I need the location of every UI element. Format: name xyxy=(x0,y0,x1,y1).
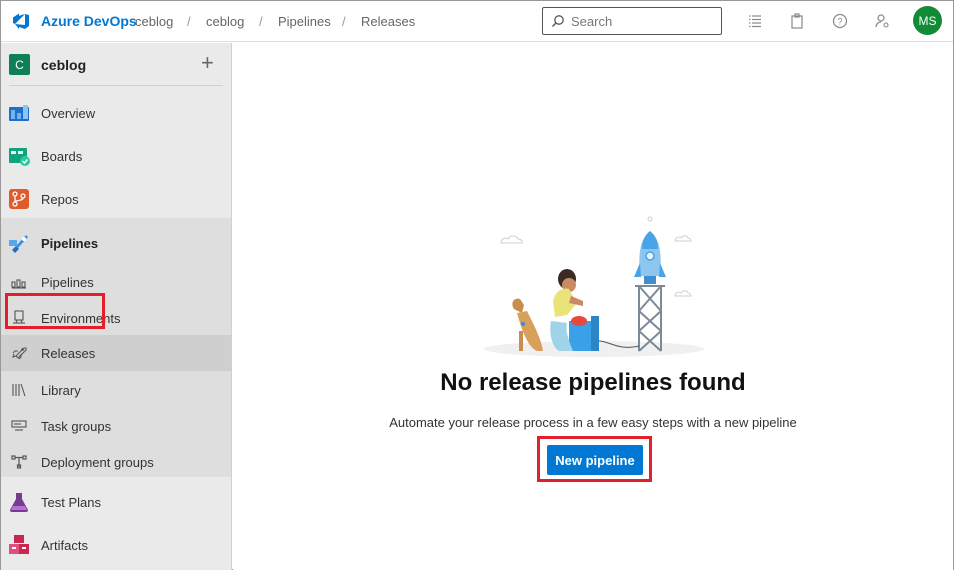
pipelines-sub-icon xyxy=(11,279,26,289)
project-name[interactable]: ceblog xyxy=(41,57,86,73)
marketplace-bag-icon[interactable] xyxy=(788,12,806,30)
sidebar-item-artifacts[interactable]: Artifacts xyxy=(1,530,231,560)
sidebar-item-label: Pipelines xyxy=(41,274,94,290)
azure-devops-logo-icon[interactable] xyxy=(11,11,31,31)
overview-icon xyxy=(9,105,29,121)
breadcrumb-releases[interactable]: Releases xyxy=(361,14,415,29)
empty-state-title: No release pipelines found xyxy=(440,369,746,396)
sidebar-item-label: Overview xyxy=(41,105,96,121)
breadcrumb-separator: / xyxy=(187,14,191,29)
sidebar-item-deployment-groups[interactable]: Deployment groups xyxy=(1,447,231,477)
new-pipeline-button[interactable]: New pipeline xyxy=(547,445,643,475)
sidebar-item-label: Releases xyxy=(41,345,96,361)
deployment-groups-icon xyxy=(11,455,27,469)
test-plans-icon xyxy=(10,493,28,512)
release-illustration xyxy=(484,216,704,357)
pipelines-icon xyxy=(9,235,28,253)
sidebar-item-label: Artifacts xyxy=(41,537,88,553)
empty-state-description: Automate your release process in a few e… xyxy=(389,415,797,430)
sidebar-item-task-groups[interactable]: Task groups xyxy=(1,411,231,441)
releases-icon xyxy=(12,347,27,360)
new-pipeline-highlight-box: New pipeline xyxy=(537,436,652,482)
help-icon[interactable]: ? xyxy=(831,12,849,30)
search-icon xyxy=(552,15,564,27)
sidebar-item-repos[interactable]: Repos xyxy=(1,184,231,214)
user-avatar[interactable]: MS xyxy=(913,6,942,35)
sidebar-item-overview[interactable]: Overview xyxy=(1,98,231,128)
releases-highlight-box xyxy=(5,293,105,329)
breadcrumb-separator: / xyxy=(259,14,263,29)
user-settings-icon[interactable] xyxy=(873,12,891,30)
breadcrumb-project[interactable]: ceblog xyxy=(206,14,244,29)
top-bar: Azure DevOps ceblog / ceblog / Pipelines… xyxy=(1,1,953,42)
work-items-icon[interactable] xyxy=(746,12,764,30)
breadcrumb-separator: / xyxy=(342,14,346,29)
sidebar-item-label: Repos xyxy=(41,191,79,207)
sidebar-item-releases[interactable]: Releases xyxy=(1,335,231,371)
sidebar-item-boards[interactable]: Boards xyxy=(1,141,231,171)
artifacts-icon xyxy=(9,535,29,554)
brand-link[interactable]: Azure DevOps xyxy=(41,13,137,29)
sidebar-item-label: Test Plans xyxy=(41,494,101,510)
boards-icon xyxy=(9,148,30,166)
svg-text:?: ? xyxy=(837,17,842,27)
sidebar-item-label: Library xyxy=(41,382,81,398)
sidebar-item-label: Task groups xyxy=(41,418,112,434)
search-box[interactable] xyxy=(542,7,722,35)
sidebar-item-label: Pipelines xyxy=(41,235,99,251)
sidebar-item-test-plans[interactable]: Test Plans xyxy=(1,487,231,517)
sidebar-item-pipelines[interactable]: Pipelines xyxy=(1,228,231,258)
breadcrumb-pipelines[interactable]: Pipelines xyxy=(278,14,331,29)
add-icon[interactable]: + xyxy=(201,52,214,74)
task-groups-icon xyxy=(11,420,27,431)
repos-icon xyxy=(9,189,29,209)
sidebar-item-library[interactable]: Library xyxy=(1,375,231,405)
breadcrumb-org[interactable]: ceblog xyxy=(135,14,173,29)
project-avatar: C xyxy=(9,54,30,75)
divider xyxy=(9,85,223,86)
sidebar-item-label: Boards xyxy=(41,148,83,164)
project-header[interactable]: C ceblog + xyxy=(1,43,231,86)
library-icon xyxy=(12,383,26,397)
search-input[interactable] xyxy=(571,13,711,29)
sidebar-item-label: Deployment groups xyxy=(41,454,154,470)
